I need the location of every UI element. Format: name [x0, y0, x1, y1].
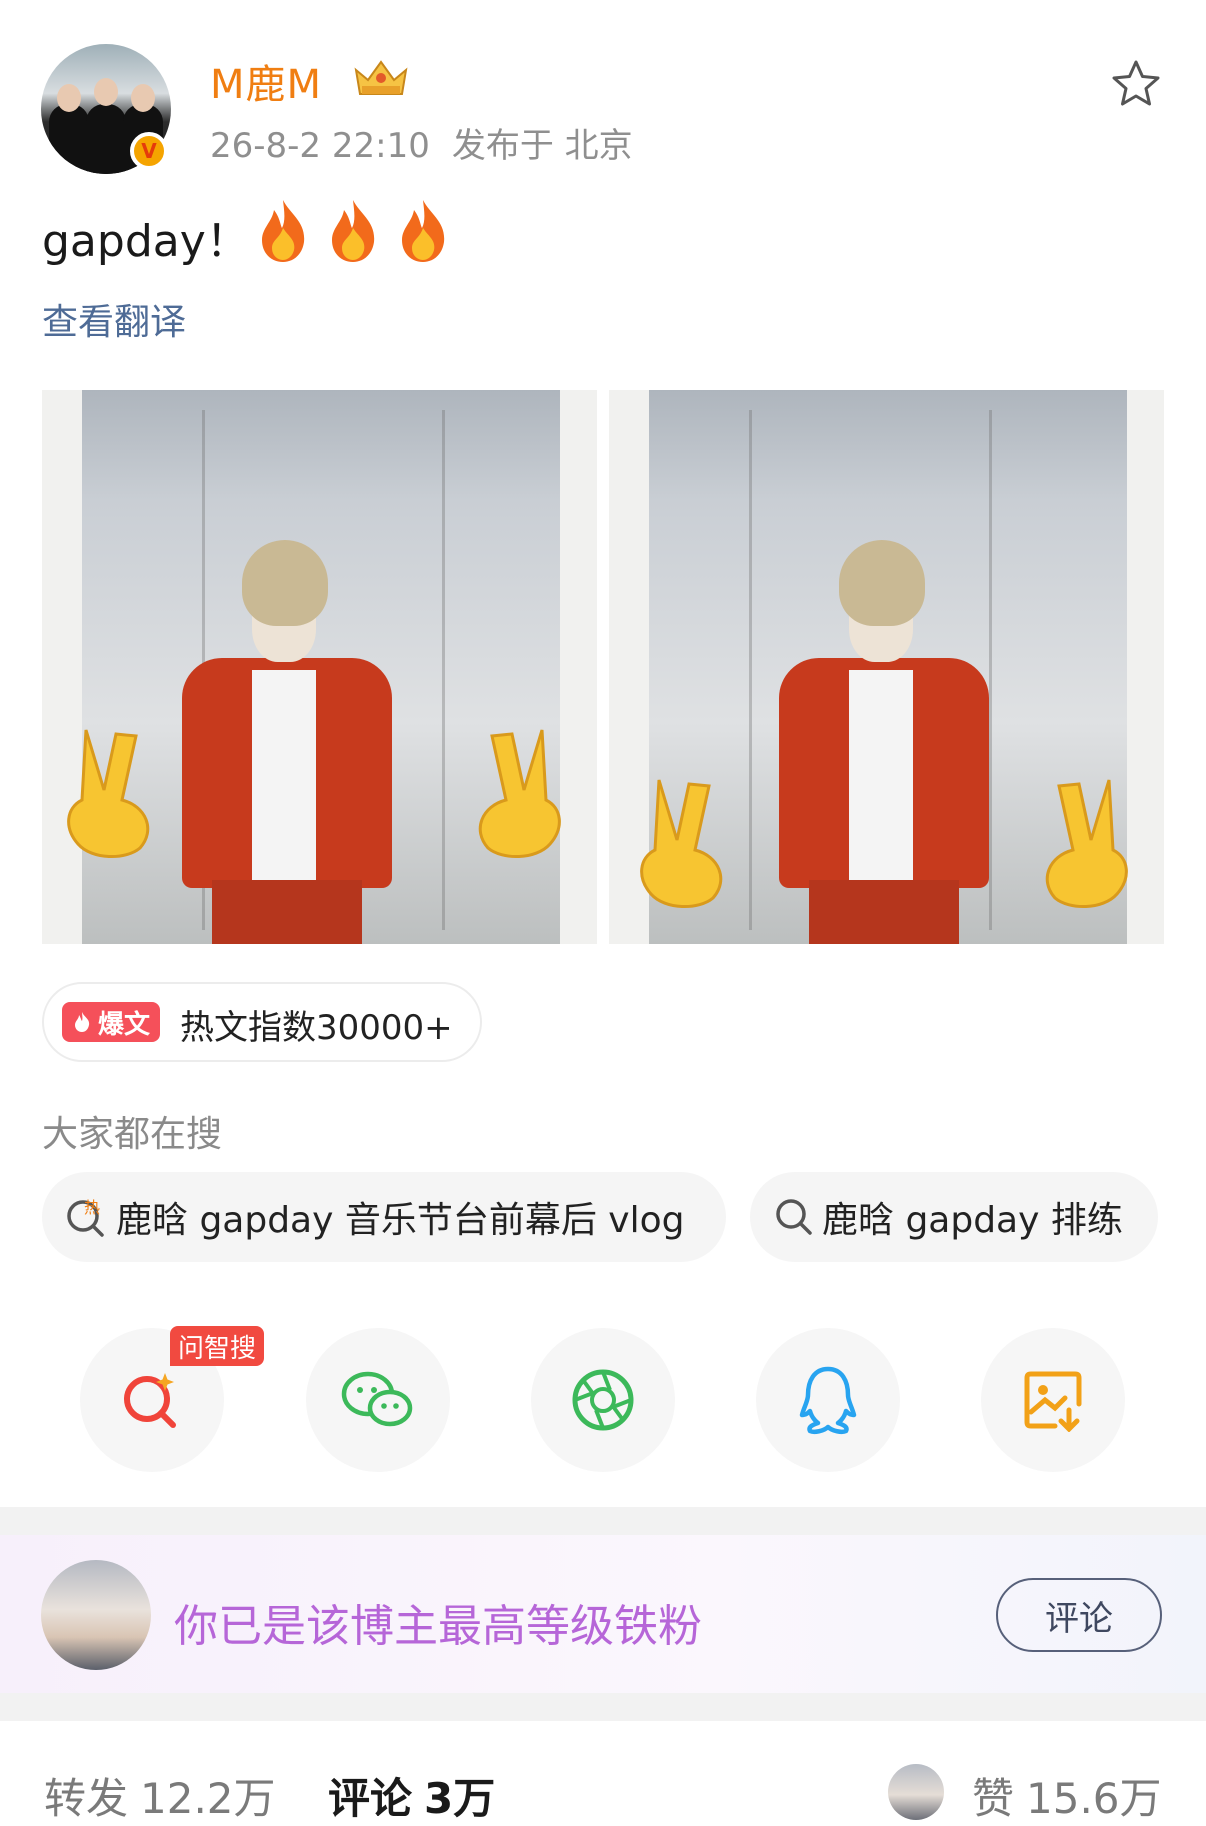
comment-tab[interactable]: 评论 3万 — [328, 1765, 495, 1826]
favorite-star-icon[interactable] — [1110, 58, 1162, 110]
like-label: 赞 — [972, 1774, 1015, 1823]
post-meta: 26-8-2 22:10 发布于 北京 — [210, 118, 633, 167]
post-location: 发布于 北京 — [451, 126, 633, 166]
like-tab[interactable]: 赞 15.6万 — [972, 1765, 1162, 1826]
post-text: gapday！ — [42, 216, 250, 267]
hot-badge-label: 爆文 — [98, 1009, 151, 1040]
section-divider — [0, 1507, 1206, 1535]
fan-status-text: 你已是该博主最高等级铁粉 — [174, 1601, 702, 1652]
comment-button[interactable]: 评论 — [996, 1578, 1162, 1652]
save-image-icon — [1024, 1371, 1082, 1432]
search-chip[interactable]: 鹿晗 gapday 排练 — [750, 1172, 1158, 1262]
share-wechat-button[interactable] — [306, 1328, 450, 1472]
victory-hand-icon — [1045, 779, 1128, 909]
hot-badge: 爆文 — [62, 1002, 161, 1042]
save-image-button[interactable] — [981, 1328, 1125, 1472]
forward-tab[interactable]: 转发 12.2万 — [44, 1765, 276, 1826]
post-image-2[interactable] — [609, 390, 1164, 944]
qq-icon — [799, 1366, 857, 1435]
translate-link[interactable]: 查看翻译 — [42, 293, 186, 345]
fire-icon — [262, 200, 305, 262]
share-moments-button[interactable] — [531, 1328, 675, 1472]
victory-hand-icon — [67, 729, 150, 859]
section-divider — [0, 1693, 1206, 1721]
liker-avatar — [888, 1764, 944, 1820]
victory-hand-icon — [478, 729, 561, 859]
search-chip-text: 鹿晗 gapday 音乐节台前幕后 vlog — [116, 1200, 685, 1241]
vip-crown-icon — [354, 60, 408, 95]
comment-count: 3万 — [424, 1774, 496, 1823]
forward-label: 转发 — [44, 1774, 129, 1823]
fire-icon — [332, 200, 375, 262]
like-count: 15.6万 — [1026, 1774, 1162, 1823]
verified-badge-icon: V — [130, 132, 168, 170]
forward-count: 12.2万 — [140, 1774, 276, 1823]
author-name[interactable]: M鹿M — [210, 52, 322, 110]
user-avatar[interactable] — [41, 1560, 151, 1670]
search-chip[interactable]: 热 鹿晗 gapday 音乐节台前幕后 vlog — [42, 1172, 726, 1262]
ai-search-icon — [124, 1373, 176, 1428]
share-qq-button[interactable] — [756, 1328, 900, 1472]
hot-index-text: 热文指数30000+ — [180, 1008, 453, 1048]
fire-icon — [402, 200, 445, 262]
search-icon — [776, 1199, 812, 1235]
hot-search-icon: 热 — [67, 1198, 104, 1237]
post-image-1[interactable] — [42, 390, 597, 944]
victory-hand-icon — [640, 779, 723, 909]
fire-emojis — [254, 198, 452, 266]
wechat-icon — [341, 1371, 413, 1427]
flame-icon — [75, 1012, 90, 1032]
search-heading: 大家都在搜 — [42, 1114, 223, 1155]
svg-text:热: 热 — [84, 1198, 100, 1217]
comment-label: 评论 — [328, 1774, 413, 1823]
post-time: 26-8-2 22:10 — [210, 126, 430, 166]
wenzhi-search-tag: 问智搜 — [170, 1326, 265, 1366]
search-chip-text: 鹿晗 gapday 排练 — [822, 1200, 1123, 1241]
moments-icon — [572, 1369, 634, 1431]
